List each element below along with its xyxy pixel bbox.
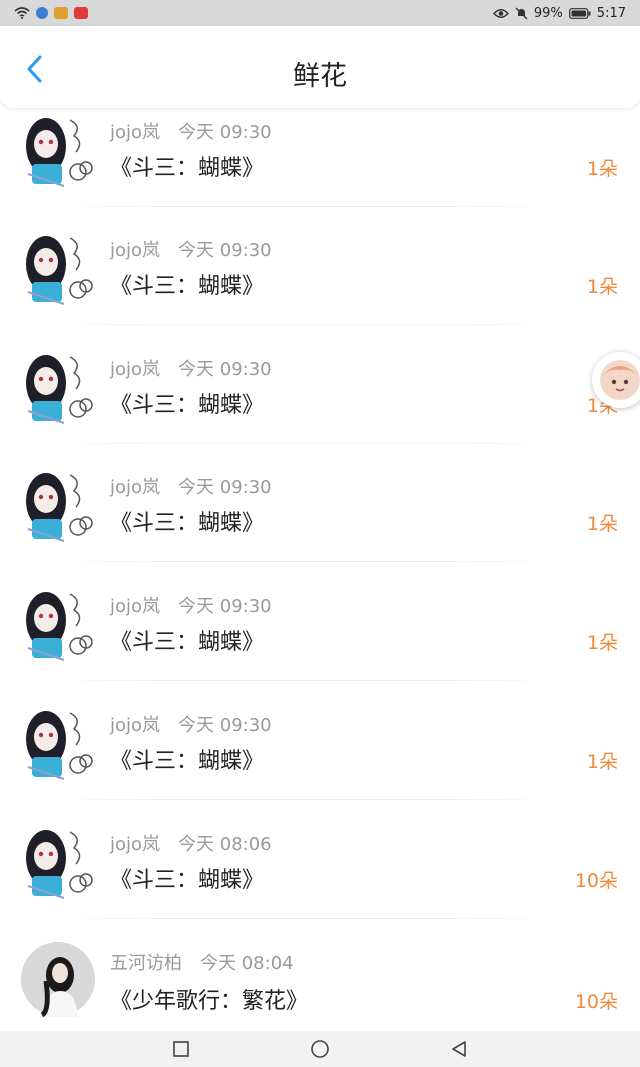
flower-count: 1朵 [586, 513, 618, 535]
user-name: jojo岚 [110, 477, 161, 498]
page-title: 鲜花 [293, 61, 347, 92]
item-title: 《斗三：蝴蝶》 [110, 156, 265, 181]
item-title: 《少年歌行：繁花》 [110, 989, 309, 1014]
back-icon[interactable] [450, 1040, 468, 1058]
avatar [20, 230, 96, 306]
list-item[interactable]: jojo岚 今天 09:30 《斗三：蝴蝶》 1朵 [0, 463, 640, 581]
user-name: jojo岚 [110, 596, 161, 617]
item-title: 《斗三：蝴蝶》 [110, 868, 265, 893]
item-title: 《斗三：蝴蝶》 [110, 274, 265, 299]
divider [60, 443, 550, 444]
list-item[interactable]: jojo岚 今天 09:30 《斗三：蝴蝶》 1朵 [0, 108, 640, 226]
avatar [20, 705, 96, 781]
home-icon[interactable] [310, 1039, 330, 1059]
flower-count: 10朵 [574, 991, 618, 1013]
flower-count: 1朵 [586, 158, 618, 180]
flower-count: 10朵 [574, 870, 618, 892]
timestamp: 今天 08:04 [200, 953, 294, 974]
user-name: jojo岚 [110, 122, 161, 143]
user-name: jojo岚 [110, 240, 161, 261]
flower-count: 1朵 [586, 751, 618, 773]
item-title: 《斗三：蝴蝶》 [110, 630, 265, 655]
flower-count: 1朵 [586, 276, 618, 298]
item-meta: jojo岚 今天 09:30 [110, 592, 272, 618]
divider [60, 561, 550, 562]
timestamp: 今天 09:30 [178, 477, 272, 498]
character-face-icon [600, 360, 640, 400]
list-item[interactable]: jojo岚 今天 09:30 《斗三：蝴蝶》 1朵 [0, 701, 640, 819]
item-meta: jojo岚 今天 09:30 [110, 711, 272, 737]
system-nav-bar [0, 1031, 640, 1067]
avatar [20, 824, 96, 900]
divider [60, 918, 550, 919]
item-meta: jojo岚 今天 09:30 [110, 118, 272, 144]
app-icon [36, 7, 48, 19]
item-title: 《斗三：蝴蝶》 [110, 511, 265, 536]
flower-count: 1朵 [586, 632, 618, 654]
item-meta: jojo岚 今天 08:06 [110, 830, 272, 856]
timestamp: 今天 09:30 [178, 240, 272, 261]
app-icon [54, 7, 68, 19]
item-meta: jojo岚 今天 09:30 [110, 355, 272, 381]
battery-icon [568, 7, 591, 19]
eye-icon [492, 8, 509, 18]
avatar [20, 941, 96, 1018]
screen: 99% 5:17 鲜花 jojo岚 今天 09:30 《斗三：蝴蝶》 1朵 jo… [0, 0, 640, 1067]
list-item[interactable]: jojo岚 今天 09:30 《斗三：蝴蝶》 1朵 [0, 226, 640, 344]
mute-icon [515, 7, 528, 19]
wifi-icon [14, 7, 30, 19]
item-meta: jojo岚 今天 09:30 [110, 473, 272, 499]
timestamp: 今天 09:30 [178, 359, 272, 380]
avatar [20, 467, 96, 543]
divider [60, 206, 550, 207]
divider [60, 324, 550, 325]
list-item[interactable]: jojo岚 今天 08:06 《斗三：蝴蝶》 10朵 [0, 820, 640, 938]
avatar [20, 349, 96, 425]
item-title: 《斗三：蝴蝶》 [110, 749, 265, 774]
user-name: jojo岚 [110, 359, 161, 380]
clock: 5:17 [596, 5, 626, 21]
list-item[interactable]: jojo岚 今天 09:30 《斗三：蝴蝶》 1朵 [0, 345, 640, 463]
item-meta: 五河访柏 今天 08:04 [110, 949, 294, 975]
floating-assistant-button[interactable] [592, 352, 640, 408]
recent-apps-icon[interactable] [172, 1040, 190, 1058]
timestamp: 今天 08:06 [178, 834, 272, 855]
list-item[interactable]: 五河访柏 今天 08:04 《少年歌行：繁花》 10朵 [0, 939, 640, 1031]
user-name: jojo岚 [110, 715, 161, 736]
timestamp: 今天 09:30 [178, 715, 272, 736]
divider [60, 680, 550, 681]
item-title: 《斗三：蝴蝶》 [110, 393, 265, 418]
avatar [20, 112, 96, 188]
status-bar: 99% 5:17 [0, 0, 640, 26]
user-name: jojo岚 [110, 834, 161, 855]
battery-percent: 99% [533, 5, 563, 21]
item-meta: jojo岚 今天 09:30 [110, 236, 272, 262]
timestamp: 今天 09:30 [178, 122, 272, 143]
status-right: 99% 5:17 [492, 5, 626, 21]
status-left [14, 7, 88, 19]
divider [60, 799, 550, 800]
title-bar: 鲜花 [0, 26, 640, 108]
timestamp: 今天 09:30 [178, 596, 272, 617]
app-icon [74, 7, 88, 19]
user-name: 五河访柏 [110, 953, 182, 974]
flower-list: jojo岚 今天 09:30 《斗三：蝴蝶》 1朵 jojo岚 今天 09:30… [0, 108, 640, 1031]
avatar [20, 586, 96, 662]
list-item[interactable]: jojo岚 今天 09:30 《斗三：蝴蝶》 1朵 [0, 582, 640, 700]
